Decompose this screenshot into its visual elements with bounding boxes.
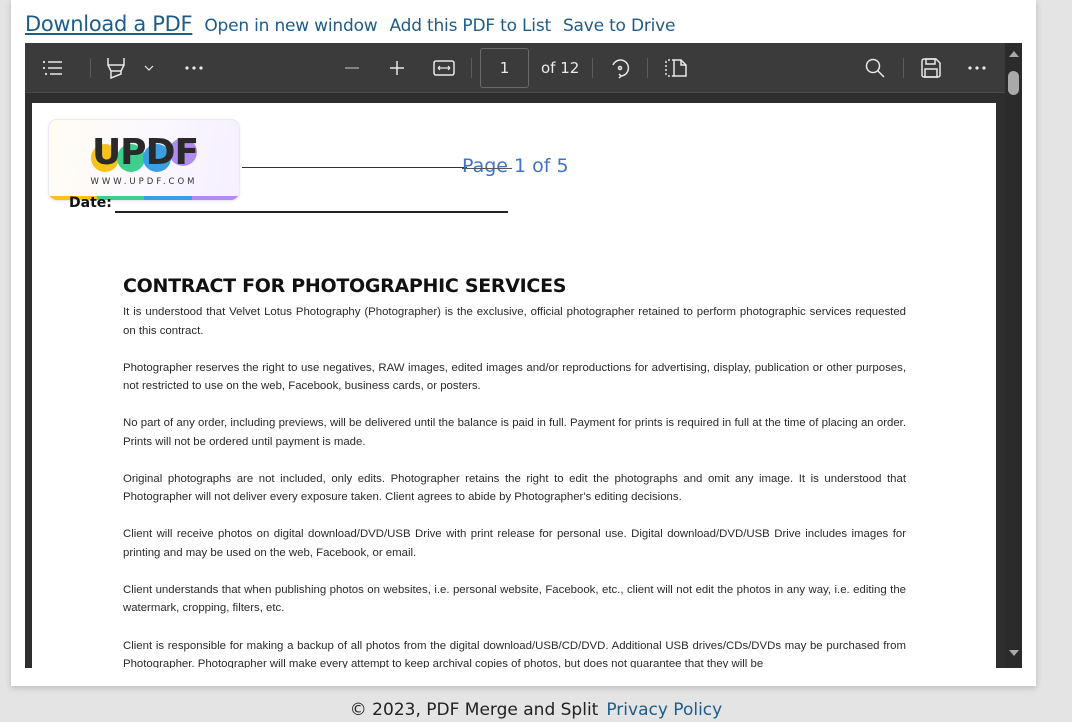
scroll-up-arrow-icon[interactable] (1009, 51, 1019, 57)
save-to-drive-link[interactable]: Save to Drive (563, 16, 676, 36)
paragraph: Client will receive photos on digital do… (123, 528, 906, 559)
signature-line (242, 167, 467, 168)
watermark-brand: UPDF (92, 132, 198, 173)
draw-menu-button[interactable] (139, 43, 159, 93)
updf-watermark: UPDF WWW.UPDF.COM (48, 119, 240, 201)
ellipsis-icon (968, 66, 986, 70)
paragraph: Photographer reserves the right to use n… (123, 361, 906, 393)
fit-width-button[interactable] (429, 43, 459, 93)
paragraph: No part of any order, including previews… (123, 417, 906, 448)
fit-width-icon (433, 60, 455, 76)
toolbar-separator (90, 58, 91, 78)
add-to-list-link[interactable]: Add this PDF to List (389, 16, 551, 36)
save-icon (921, 58, 941, 78)
top-links-bar: Download a PDF Open in new window Add th… (25, 12, 675, 36)
scroll-thumb[interactable] (1008, 71, 1019, 95)
highlighter-icon (107, 58, 125, 79)
zoom-out-button[interactable] (338, 43, 366, 93)
watermark-color-segment (144, 196, 192, 200)
pdf-toolbar: 1 of 12 (25, 43, 1005, 93)
draw-button[interactable] (103, 43, 129, 93)
ellipsis-icon (185, 66, 203, 70)
page-number-label: Page 1 of 5 (462, 155, 569, 177)
page-view-icon (665, 59, 687, 77)
document-title: CONTRACT FOR PHOTOGRAPHIC SERVICES (123, 275, 567, 297)
paragraph: Original photographs are not included, o… (123, 472, 906, 504)
rotate-button[interactable] (605, 43, 635, 93)
search-icon (865, 58, 885, 78)
save-button[interactable] (917, 43, 945, 93)
chevron-down-icon (144, 65, 154, 71)
paragraph: Client is responsible for making a backu… (123, 639, 906, 668)
vertical-scrollbar[interactable] (1005, 43, 1022, 668)
page-total-label: of 12 (541, 59, 580, 77)
toolbar-separator (471, 58, 472, 78)
copyright-text: © 2023, PDF Merge and Split (349, 700, 599, 720)
page-view-button[interactable] (661, 43, 691, 93)
paragraph: It is understood that Velvet Lotus Photo… (123, 306, 906, 337)
paragraph: Client understands that when publishing … (123, 583, 906, 615)
watermark-color-segment (191, 196, 239, 200)
open-new-window-link[interactable]: Open in new window (204, 16, 377, 36)
updf-logo-icon: UPDF (91, 132, 199, 173)
page-footer: © 2023, PDF Merge and Split Privacy Polic… (0, 700, 1072, 720)
toolbar-separator (592, 58, 593, 78)
search-button[interactable] (860, 43, 890, 93)
document-body: It is understood that Velvet Lotus Photo… (123, 303, 906, 668)
list-icon (42, 60, 62, 76)
pdf-page: Cl Page 1 of 5 UPDF WWW.UPDF.COM Date: C… (32, 103, 996, 668)
contents-button[interactable] (37, 43, 69, 93)
privacy-policy-link[interactable]: Privacy Policy (606, 700, 722, 720)
more-options-button[interactable] (963, 43, 991, 93)
date-label: Date: (69, 195, 112, 211)
pdf-viewer: 1 of 12 Page 1 of 5 UPDF WWW.UPDF.COM Da… (25, 43, 1022, 668)
scroll-down-arrow-icon[interactable] (1009, 650, 1019, 656)
page-number-input[interactable]: 1 (480, 48, 529, 88)
minus-icon (345, 67, 359, 69)
more-tools-button[interactable] (180, 43, 208, 93)
strike-line (462, 168, 512, 169)
date-line (115, 211, 508, 213)
plus-icon (390, 61, 404, 75)
toolbar-separator (903, 58, 904, 78)
watermark-url: WWW.UPDF.COM (90, 177, 198, 187)
rotate-icon (612, 59, 630, 79)
download-pdf-link[interactable]: Download a PDF (25, 12, 193, 36)
toolbar-separator (647, 58, 648, 78)
zoom-in-button[interactable] (383, 43, 411, 93)
